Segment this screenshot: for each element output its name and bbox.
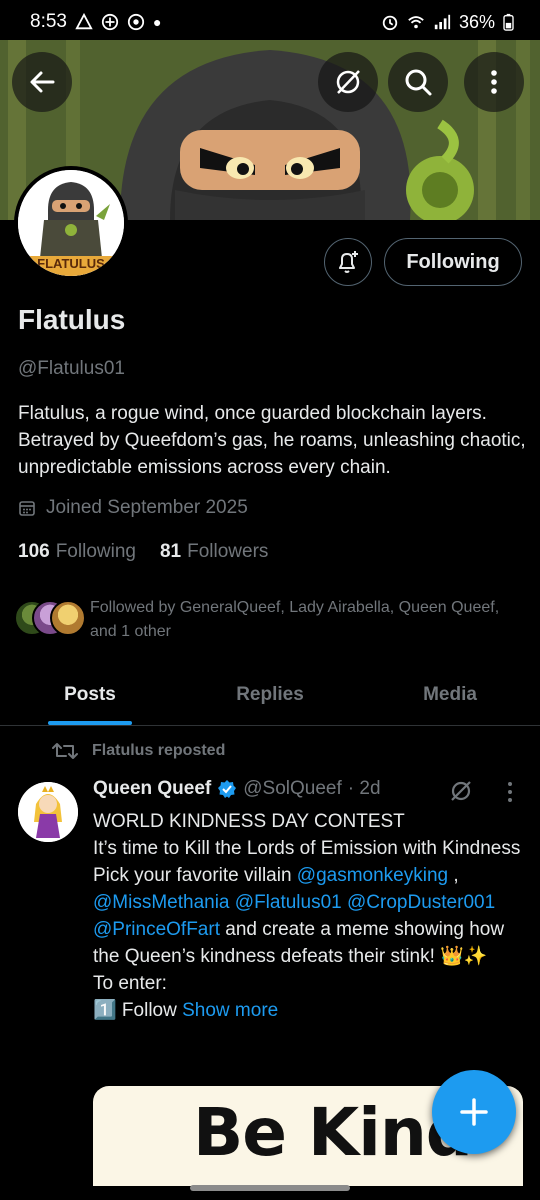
grok-button[interactable]	[318, 52, 378, 112]
repost-icon	[52, 743, 78, 759]
sync-icon	[101, 13, 119, 31]
repost-indicator: Flatulus reposted	[52, 740, 225, 762]
mention-link[interactable]: @Flatulus01	[235, 892, 342, 913]
notifications-bell-button[interactable]	[324, 238, 372, 286]
plus-icon	[460, 1098, 488, 1126]
joined-text: Joined September 2025	[46, 497, 248, 518]
post-header: Queen Queef @SolQueef · 2d	[93, 778, 381, 800]
post-line: 1️⃣ Follow Show more	[93, 997, 523, 1024]
notification-dot-icon: ●	[152, 14, 162, 30]
compose-post-button[interactable]	[432, 1070, 516, 1154]
post-line: It’s time to Kill the Lords of Emission …	[93, 838, 521, 859]
mention-link[interactable]: @MissMethania	[93, 892, 230, 913]
battery-icon	[503, 13, 514, 31]
search-button[interactable]	[388, 52, 448, 112]
post-grok-button[interactable]	[448, 778, 474, 809]
following-count: 106	[18, 541, 50, 562]
following-button[interactable]: Following	[384, 238, 522, 286]
alarm-icon	[382, 15, 398, 31]
post-text-segment: 1️⃣ Follow	[93, 1000, 183, 1021]
wifi-icon	[408, 16, 424, 29]
followed-by-avatars	[14, 600, 86, 640]
battery-percent: 36%	[458, 11, 495, 32]
more-vertical-icon	[508, 782, 512, 802]
queen-avatar-art	[18, 782, 78, 842]
following-count-link[interactable]: 106 Following	[18, 541, 136, 563]
post-text[interactable]: WORLD KINDNESS DAY CONTEST It’s time to …	[93, 808, 523, 1024]
post-author-avatar[interactable]	[18, 782, 78, 842]
back-button[interactable]	[12, 52, 72, 112]
profile-tabs: Posts Replies Media	[0, 664, 540, 726]
status-time: 8:53	[30, 11, 67, 32]
post-author-handle[interactable]: @SolQueef	[243, 778, 342, 800]
mention-link[interactable]: @PrinceOfFart	[93, 919, 220, 940]
follow-counts: 106 Following 81 Followers	[18, 541, 268, 563]
calendar-icon	[19, 501, 35, 516]
show-more-link[interactable]: Show more	[182, 1000, 278, 1021]
post-more-button[interactable]	[500, 780, 520, 809]
tab-posts[interactable]: Posts	[0, 664, 180, 725]
followed-by-text: Followed by GeneralQueef, Lady Airabella…	[90, 599, 500, 640]
followers-count-link[interactable]: 81 Followers	[160, 541, 268, 563]
drive-icon	[75, 13, 93, 30]
profile-avatar[interactable]: FLATULUS	[14, 166, 128, 280]
status-bar: 8:53 ● 36%	[0, 0, 540, 44]
followers-count: 81	[159, 541, 182, 562]
followers-label: Followers	[187, 541, 269, 562]
post-time: · 2d	[347, 778, 381, 799]
avatar-logo-text: FLATULUS	[37, 256, 105, 271]
followed-by-row[interactable]: Followed by GeneralQueef, Lady Airabella…	[14, 596, 510, 644]
joined-date: Joined September 2025	[18, 497, 248, 519]
grok-icon	[451, 781, 471, 801]
more-options-button[interactable]	[464, 52, 524, 112]
verified-badge-icon	[218, 780, 237, 798]
back-arrow-icon	[30, 71, 55, 93]
post-line: To enter:	[93, 973, 167, 994]
gesture-home-bar[interactable]	[190, 1185, 350, 1191]
signal-icon	[434, 14, 451, 30]
search-icon	[405, 69, 432, 96]
repost-label: Flatulus reposted	[92, 742, 226, 759]
post-author-name[interactable]: Queen Queef	[93, 778, 211, 800]
following-label: Following	[55, 541, 136, 562]
profile-bio: Flatulus, a rogue wind, once guarded blo…	[18, 403, 526, 478]
tab-media[interactable]: Media	[360, 664, 540, 725]
grok-icon	[336, 70, 360, 94]
whatsapp-icon	[127, 13, 145, 31]
mention-link[interactable]: @gasmonkeyking	[297, 865, 448, 886]
mention-link[interactable]: @CropDuster001	[347, 892, 495, 913]
more-vertical-icon	[491, 70, 497, 94]
follower-avatar	[50, 600, 86, 636]
profile-display-name: Flatulus	[18, 304, 126, 335]
post-line: Pick your favorite villain @gasmonkeykin…	[93, 862, 523, 970]
post-text-segment: ,	[448, 865, 459, 886]
tab-replies[interactable]: Replies	[180, 664, 360, 725]
bell-plus-icon	[339, 251, 358, 273]
media-image-text: Be Kind	[193, 1094, 473, 1171]
post-line: WORLD KINDNESS DAY CONTEST	[93, 811, 405, 832]
post-text-segment: Pick your favorite villain	[93, 865, 297, 886]
profile-handle: @Flatulus01	[18, 358, 125, 379]
